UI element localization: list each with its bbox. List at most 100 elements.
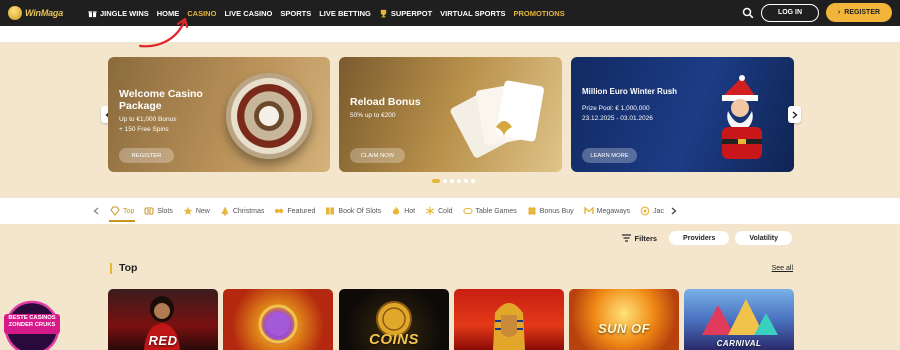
- game-tile[interactable]: SUN OF: [569, 289, 679, 350]
- banner-welcome-package[interactable]: Welcome Casino Package Up to €1,000 Bonu…: [108, 57, 330, 172]
- top-navigation-bar: WinMaga JINGLE WINS HOME CASINO LIVE CAS…: [0, 0, 900, 26]
- site-logo[interactable]: WinMaga: [8, 6, 84, 20]
- category-christmas[interactable]: Christmas: [215, 198, 270, 224]
- category-label: Featured: [287, 207, 316, 215]
- badge-line: BESTE CASINOS: [8, 315, 56, 321]
- nav-item-promotions[interactable]: PROMOTIONS: [509, 0, 568, 26]
- game-tile[interactable]: RED: [108, 289, 218, 350]
- badge-text: BESTE CASINOS ZONDER CRUKS: [4, 315, 60, 329]
- game-tile[interactable]: COINS: [339, 289, 449, 350]
- nav-label: SPORTS: [280, 8, 312, 18]
- carousel-next-button[interactable]: [788, 106, 801, 123]
- category-prev-button[interactable]: [91, 206, 101, 216]
- category-label: Table Games: [475, 207, 517, 215]
- banner-learn-more-button[interactable]: LEARN MORE: [582, 148, 637, 163]
- badge-line: ZONDER CRUKS: [8, 322, 56, 328]
- search-icon[interactable]: [742, 7, 754, 19]
- section-heading: Top: [110, 262, 137, 274]
- jackpot-icon: [640, 206, 650, 216]
- section-accent-bar: [110, 262, 112, 274]
- volatility-filter-button[interactable]: Volatility: [735, 231, 792, 245]
- featured-icon: [275, 208, 284, 214]
- banner-title: Million Euro Winter Rush: [582, 87, 678, 96]
- banner-claim-button[interactable]: CLAIM NOW: [350, 148, 405, 163]
- header-actions: LOG IN › REGISTER: [742, 3, 892, 22]
- carousel-dot[interactable]: [471, 179, 475, 183]
- nav-item-sports[interactable]: SPORTS: [276, 0, 315, 26]
- chevron-right-icon: [671, 207, 677, 215]
- slot-machine-icon: [144, 207, 154, 215]
- roulette-wheel-icon: [226, 73, 312, 159]
- banner-winter-rush[interactable]: Million Euro Winter Rush Prize Pool: € 1…: [571, 57, 794, 172]
- banner-text: Prize Pool: € 1,000,000: [582, 105, 650, 112]
- login-button[interactable]: LOG IN: [761, 3, 819, 22]
- category-slots[interactable]: Slots: [139, 198, 178, 224]
- banner-title: Reload Bonus: [350, 96, 421, 108]
- section-title: Top: [119, 262, 138, 274]
- nav-label: LIVE CASINO: [224, 8, 273, 18]
- category-label: Slots: [157, 207, 173, 215]
- category-table-games[interactable]: Table Games: [458, 198, 522, 224]
- game-tile[interactable]: CARNIVAL: [684, 289, 794, 350]
- tree-icon: [221, 206, 229, 216]
- portal-icon: [258, 304, 298, 344]
- playing-cards-icon: [450, 80, 544, 158]
- category-label: Book Of Slots: [338, 207, 382, 215]
- register-button[interactable]: › REGISTER: [826, 3, 892, 22]
- carnival-tent-icon: [702, 299, 778, 335]
- nav-item-live-betting[interactable]: LIVE BETTING: [315, 0, 375, 26]
- category-label: New: [195, 207, 210, 215]
- flame-icon: [393, 206, 400, 215]
- category-next-button[interactable]: [669, 206, 679, 216]
- annotation-arrow-icon: [138, 17, 189, 48]
- see-all-link[interactable]: See all: [772, 265, 793, 272]
- filter-icon: [621, 234, 631, 242]
- category-new[interactable]: New: [178, 198, 215, 224]
- carousel-dot[interactable]: [443, 179, 447, 183]
- register-label: REGISTER: [844, 9, 881, 16]
- book-icon: [326, 207, 335, 215]
- game-tile[interactable]: [454, 289, 564, 350]
- game-title: SUN OF: [597, 321, 651, 336]
- category-cold[interactable]: Cold: [420, 198, 457, 224]
- carousel-dots: [432, 179, 475, 183]
- banner-reload-bonus[interactable]: Reload Bonus 50% up to €200 CLAIM NOW: [339, 57, 562, 172]
- clover-icon: [528, 207, 536, 215]
- filters-button[interactable]: Filters: [621, 234, 657, 243]
- carousel-dot[interactable]: [432, 179, 440, 183]
- category-jackpots[interactable]: Jac: [635, 198, 669, 224]
- game-title: CARNIVAL: [716, 339, 762, 348]
- chevron-right-icon: ›: [837, 9, 841, 16]
- carousel-dot[interactable]: [457, 179, 461, 183]
- nav-item-superpot[interactable]: SUPERPOT: [375, 0, 436, 26]
- trophy-icon: [380, 9, 387, 17]
- logo-emblem-icon: [8, 6, 22, 20]
- category-hot[interactable]: Hot: [386, 198, 420, 224]
- category-bonus-buy[interactable]: Bonus Buy: [522, 198, 579, 224]
- carousel-dot[interactable]: [464, 179, 468, 183]
- category-bar: Top Slots New Christmas Featured Book Of…: [0, 198, 900, 224]
- category-label: Cold: [438, 207, 453, 215]
- banner-title: Welcome Casino: [119, 88, 203, 100]
- category-megaways[interactable]: Megaways: [579, 198, 635, 224]
- category-label: Jac: [653, 207, 665, 215]
- category-label: Christmas: [232, 207, 265, 215]
- pharaoh-icon: [493, 303, 525, 350]
- category-featured[interactable]: Featured: [269, 198, 320, 224]
- nav-item-live-casino[interactable]: LIVE CASINO: [220, 0, 276, 26]
- category-label: Bonus Buy: [539, 207, 574, 215]
- banner-register-button[interactable]: REGISTER: [119, 148, 174, 163]
- beste-casinos-badge: BESTE CASINOS ZONDER CRUKS: [4, 300, 60, 350]
- banner-text: + 150 Free Spins: [119, 126, 169, 133]
- category-label: Megaways: [596, 207, 631, 215]
- header-spacer: [0, 26, 900, 42]
- providers-filter-button[interactable]: Providers: [669, 231, 730, 245]
- banner-text: 50% up to €200: [350, 112, 396, 119]
- carousel-dot[interactable]: [450, 179, 454, 183]
- category-label: Top: [123, 207, 135, 215]
- game-tile[interactable]: [223, 289, 333, 350]
- nav-item-virtual-sports[interactable]: VIRTUAL SPORTS: [436, 0, 509, 26]
- category-book-of-slots[interactable]: Book Of Slots: [320, 198, 386, 224]
- nav-label: VIRTUAL SPORTS: [440, 8, 506, 18]
- category-top[interactable]: Top: [105, 198, 139, 224]
